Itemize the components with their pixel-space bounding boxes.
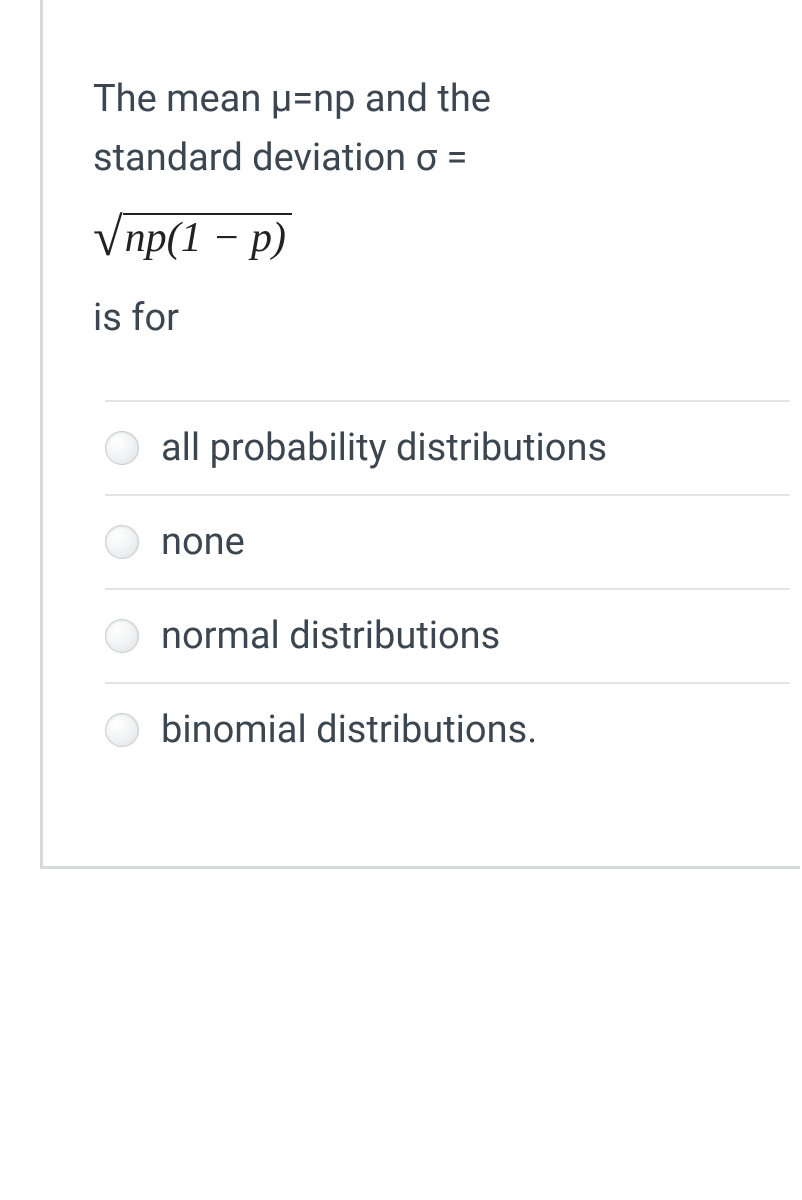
option-row[interactable]: binomial distributions.: [105, 682, 790, 776]
radicand: np(1 − p): [123, 213, 292, 261]
option-row[interactable]: all probability distributions: [105, 400, 790, 494]
option-label: normal distributions: [161, 614, 500, 658]
question-line-1: The mean μ=np and the: [93, 77, 491, 121]
formula: √np(1 − p): [93, 206, 292, 268]
question-card: The mean μ=np and the standard deviation…: [40, 0, 800, 869]
question-line-2: standard deviation σ =: [93, 136, 467, 180]
radio-icon[interactable]: [105, 431, 139, 465]
radio-icon[interactable]: [105, 713, 139, 747]
option-label: all probability distributions: [161, 426, 607, 470]
radio-icon[interactable]: [105, 525, 139, 559]
option-label: binomial distributions.: [161, 708, 537, 752]
question-suffix: is for: [93, 296, 790, 340]
option-row[interactable]: none: [105, 494, 790, 588]
options-list: all probability distributions none norma…: [105, 400, 790, 776]
radio-icon[interactable]: [105, 619, 139, 653]
option-label: none: [161, 520, 245, 564]
radical-icon: √: [93, 206, 123, 268]
option-row[interactable]: normal distributions: [105, 588, 790, 682]
question-text: The mean μ=np and the standard deviation…: [93, 70, 790, 188]
